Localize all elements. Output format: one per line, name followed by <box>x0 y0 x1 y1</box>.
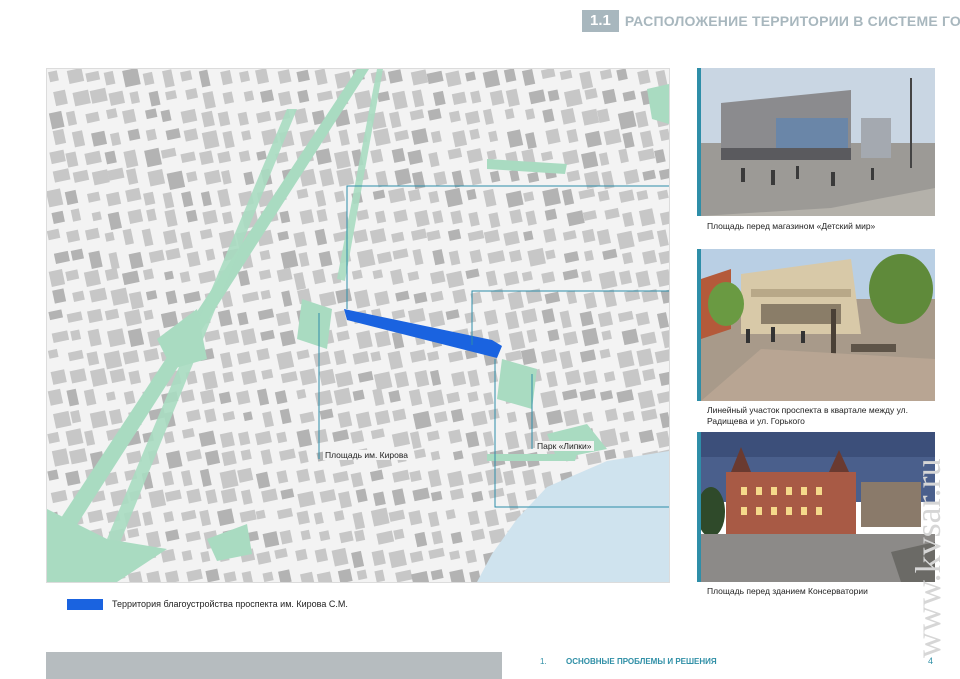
footer-bar <box>46 652 502 679</box>
photo-avenue-section <box>697 249 935 401</box>
footer-section-number: 1. <box>540 657 547 666</box>
photo-caption-2: Линейный участок проспекта в квартале ме… <box>707 405 908 426</box>
kirov-square-label: Площадь им. Кирова <box>323 450 410 460</box>
photo-detsky-mir <box>697 68 935 216</box>
lipki-park-label: Парк «Липки» <box>535 441 594 451</box>
photo-conservatory <box>697 432 935 582</box>
watermark: www.kvsar.ru <box>908 458 948 658</box>
watermark-text: www.kvsar.ru <box>908 458 948 658</box>
photo-caption-3: Площадь перед зданием Консерватории <box>707 586 868 596</box>
section-header: 1.1 РАСПОЛОЖЕНИЕ ТЕРРИТОРИИ В СИСТЕМЕ ГО… <box>582 10 960 32</box>
footer-section-title: ОСНОВНЫЕ ПРОБЛЕМЫ И РЕШЕНИЯ <box>566 657 717 666</box>
legend-label: Территория благоустройства проспекта им.… <box>112 599 348 609</box>
map-drawing <box>47 69 669 582</box>
photo-caption-1: Площадь перед магазином «Детский мир» <box>707 221 876 231</box>
legend-swatch <box>67 599 103 610</box>
section-number: 1.1 <box>582 10 619 32</box>
section-title: РАСПОЛОЖЕНИЕ ТЕРРИТОРИИ В СИСТЕМЕ ГОРОДА <box>624 13 960 29</box>
city-map: Площадь им. Кирова Парк «Липки» <box>46 68 670 583</box>
